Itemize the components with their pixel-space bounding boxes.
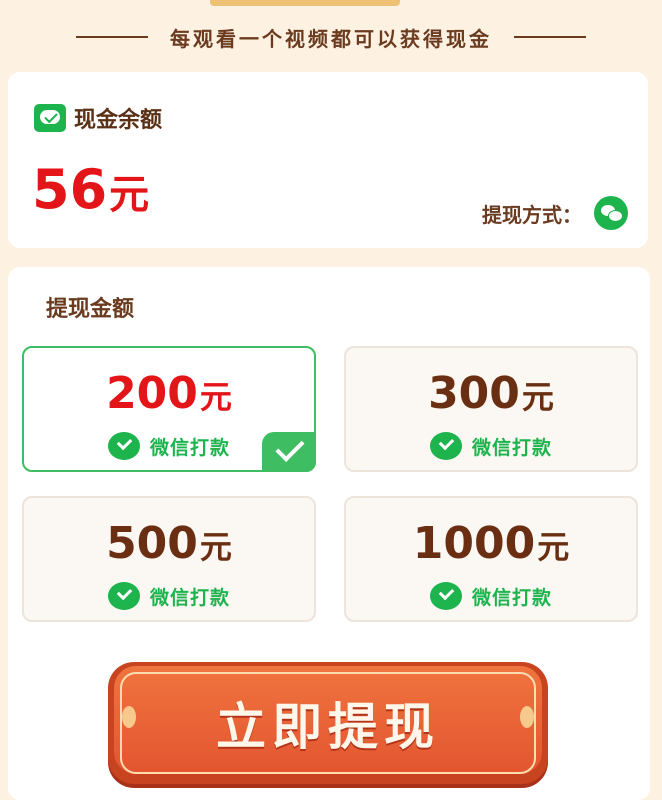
- option-amount-value: 1000: [412, 518, 536, 569]
- withdraw-method-label: 提现方式：: [482, 202, 582, 227]
- option-amount-value: 200: [106, 368, 198, 419]
- option-pay-label: 微信打款: [471, 586, 552, 609]
- option-amount: 1000元: [346, 518, 636, 569]
- option-pay-method: 微信打款: [346, 582, 636, 610]
- withdraw-button-label: 立即提现: [216, 698, 440, 756]
- balance-label: 现金余额: [74, 108, 163, 133]
- option-pay-method: 微信打款: [346, 432, 636, 460]
- wechat-check-icon: [429, 582, 462, 610]
- header-subtitle: 每观看一个视频都可以获得现金: [170, 26, 492, 51]
- option-amount: 300元: [346, 368, 636, 419]
- option-pay-label: 微信打款: [149, 586, 230, 609]
- option-pay-label: 微信打款: [471, 436, 552, 459]
- withdraw-amount-title: 提现金额: [46, 297, 135, 322]
- withdraw-method[interactable]: 提现方式：: [482, 196, 628, 230]
- option-pay-label: 微信打款: [149, 436, 230, 459]
- option-pay-method: 微信打款: [24, 582, 314, 610]
- withdraw-now-button[interactable]: 立即提现: [108, 662, 548, 784]
- wechat-check-icon: [107, 432, 140, 460]
- balance-amount-value: 56: [32, 158, 108, 221]
- balance-amount: 56 元: [32, 158, 149, 221]
- amount-option-500[interactable]: 500元 微信打款: [22, 496, 316, 622]
- wechat-check-icon: [107, 582, 140, 610]
- divider-line-right: [514, 36, 586, 38]
- balance-amount-unit: 元: [109, 172, 150, 218]
- option-amount-value: 300: [428, 368, 520, 419]
- option-amount-value: 500: [106, 518, 198, 569]
- wechat-icon[interactable]: [594, 196, 628, 230]
- top-decoration: [210, 0, 400, 6]
- option-amount-unit: 元: [537, 528, 570, 566]
- option-amount: 500元: [24, 518, 314, 569]
- option-amount-unit: 元: [199, 378, 232, 416]
- amount-option-1000[interactable]: 1000元 微信打款: [344, 496, 638, 622]
- option-amount: 200元: [24, 368, 314, 419]
- balance-header: 现金余额: [34, 102, 162, 134]
- option-amount-unit: 元: [521, 378, 554, 416]
- selected-check-icon: [262, 432, 316, 472]
- option-amount-unit: 元: [199, 528, 232, 566]
- amount-option-300[interactable]: 300元 微信打款: [344, 346, 638, 472]
- header-subtitle-row: 每观看一个视频都可以获得现金: [0, 16, 662, 58]
- amount-option-200[interactable]: 200元 微信打款: [22, 346, 316, 472]
- balance-card: 现金余额 56 元 提现方式：: [8, 72, 648, 248]
- divider-line-left: [76, 36, 148, 38]
- wechat-check-icon: [429, 432, 462, 460]
- wechat-icon: [34, 104, 66, 132]
